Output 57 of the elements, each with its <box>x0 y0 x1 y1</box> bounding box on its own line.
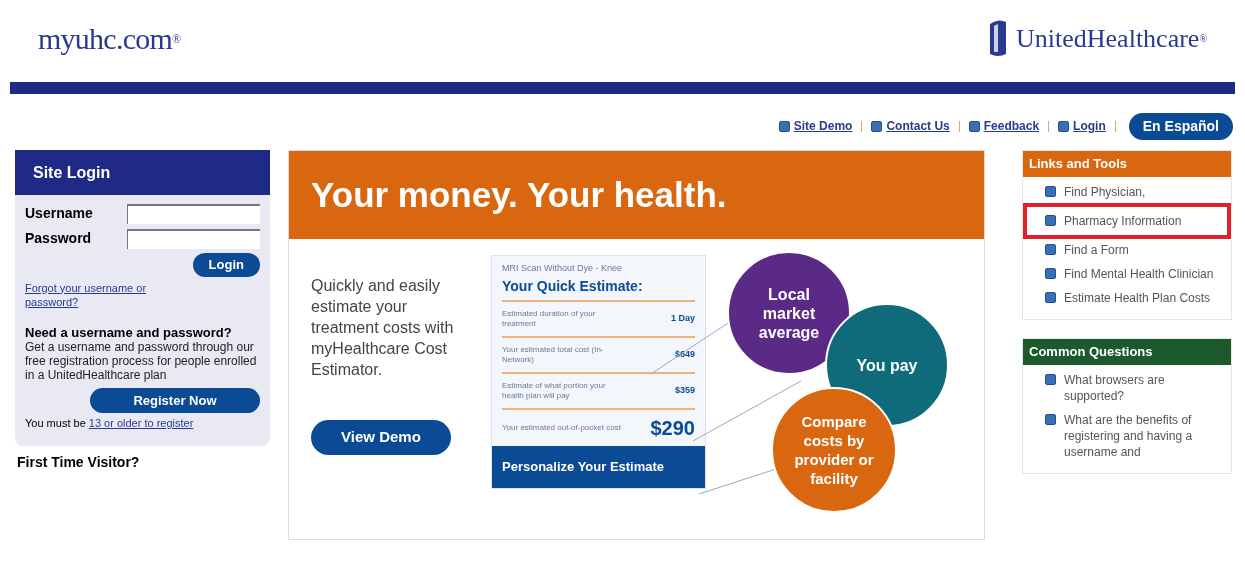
brand-logo: UnitedHealthcare$^{®}$ <box>1016 22 1207 55</box>
estimate-title: Your Quick Estimate: <box>502 275 695 302</box>
estimate-value: 1 Day <box>670 311 695 325</box>
top-link[interactable]: Contact Us <box>871 117 950 135</box>
register-heading: Need a username and password? <box>25 324 233 340</box>
register-button[interactable]: Register Now <box>90 387 260 413</box>
bullet-icon <box>1045 268 1056 279</box>
top-link[interactable]: Login <box>1058 117 1106 135</box>
age-link[interactable]: 13 or older to register <box>88 417 194 429</box>
forgot-link[interactable]: Forgot your username or password? <box>25 280 195 309</box>
bullet-icon <box>1058 120 1070 132</box>
estimate-value: $359 <box>674 383 695 397</box>
promo-text: Quickly and easily estimate your treatment costs with myHealthcare Cost Estimator. <box>311 276 455 380</box>
bullet-icon <box>968 120 980 132</box>
panel-title: Site Login <box>15 150 270 195</box>
bullet-icon <box>1045 215 1056 226</box>
top-link[interactable]: Site Demo <box>778 117 853 135</box>
bullet-icon <box>1045 186 1056 197</box>
sidebar-link[interactable]: Pharmacy Information <box>1027 207 1227 235</box>
field-label: Password <box>25 229 92 248</box>
estimate-label: Estimated duration of your treatment <box>502 308 597 329</box>
promo-headline: Your money. Your health. <box>289 151 984 239</box>
sidebar-link[interactable]: What browsers are supported? <box>1045 371 1227 405</box>
bullet-icon <box>1045 374 1056 385</box>
language-button[interactable]: En Español <box>1128 112 1233 140</box>
estimate-label: Estimate of what portion your health plan will pay <box>502 380 607 401</box>
text-input[interactable] <box>127 203 260 224</box>
sidebar-link[interactable]: Find Physician, <box>1045 183 1227 201</box>
personalize-button[interactable]: Personalize Your Estimate <box>492 445 705 488</box>
estimate-label: Your estimated total cost (In-Network) <box>502 344 605 365</box>
text-input[interactable] <box>127 228 260 249</box>
estimate-label: Your estimated out-of-pocket cost <box>502 422 622 433</box>
procedure-label: MRI Scan Without Dye - Knee <box>502 262 624 275</box>
bullet-icon <box>778 120 790 132</box>
sidebar-link[interactable]: Find Mental Health Clinician <box>1045 265 1227 283</box>
top-link[interactable]: Feedback <box>968 117 1040 135</box>
info-bubble: Local market average <box>727 251 851 375</box>
register-text: Get a username and password through our free registration process for people enrolled in a UnitedHealthcare plan <box>25 339 258 382</box>
bullet-icon <box>1045 414 1056 425</box>
sidebar-link[interactable]: Find a Form <box>1045 241 1227 259</box>
info-bubble: Compare costs by provider or facility <box>771 387 897 513</box>
bullet-icon <box>1045 244 1056 255</box>
section-heading: First Time Visitor? <box>16 452 141 472</box>
estimate-value: $290 <box>650 415 695 441</box>
bullet-icon <box>1045 292 1056 303</box>
estimate-value: $649 <box>674 347 695 361</box>
shield-icon <box>988 18 1009 58</box>
panel-title: Links and Tools <box>1023 151 1231 177</box>
demo-button[interactable]: View Demo <box>311 420 451 455</box>
panel-title: Common Questions <box>1023 339 1231 365</box>
field-label: Username <box>25 204 93 223</box>
site-logo[interactable]: myuhc.com$^{®}$ <box>38 15 181 61</box>
bullet-icon <box>871 120 883 132</box>
sidebar-link[interactable]: What are the benefits of registering and having a username and <box>1045 411 1227 461</box>
login-button[interactable]: Login <box>192 253 260 277</box>
age-note: You must be 13 or older to register <box>25 416 195 431</box>
sidebar-link[interactable]: Estimate Health Plan Costs <box>1045 289 1227 307</box>
